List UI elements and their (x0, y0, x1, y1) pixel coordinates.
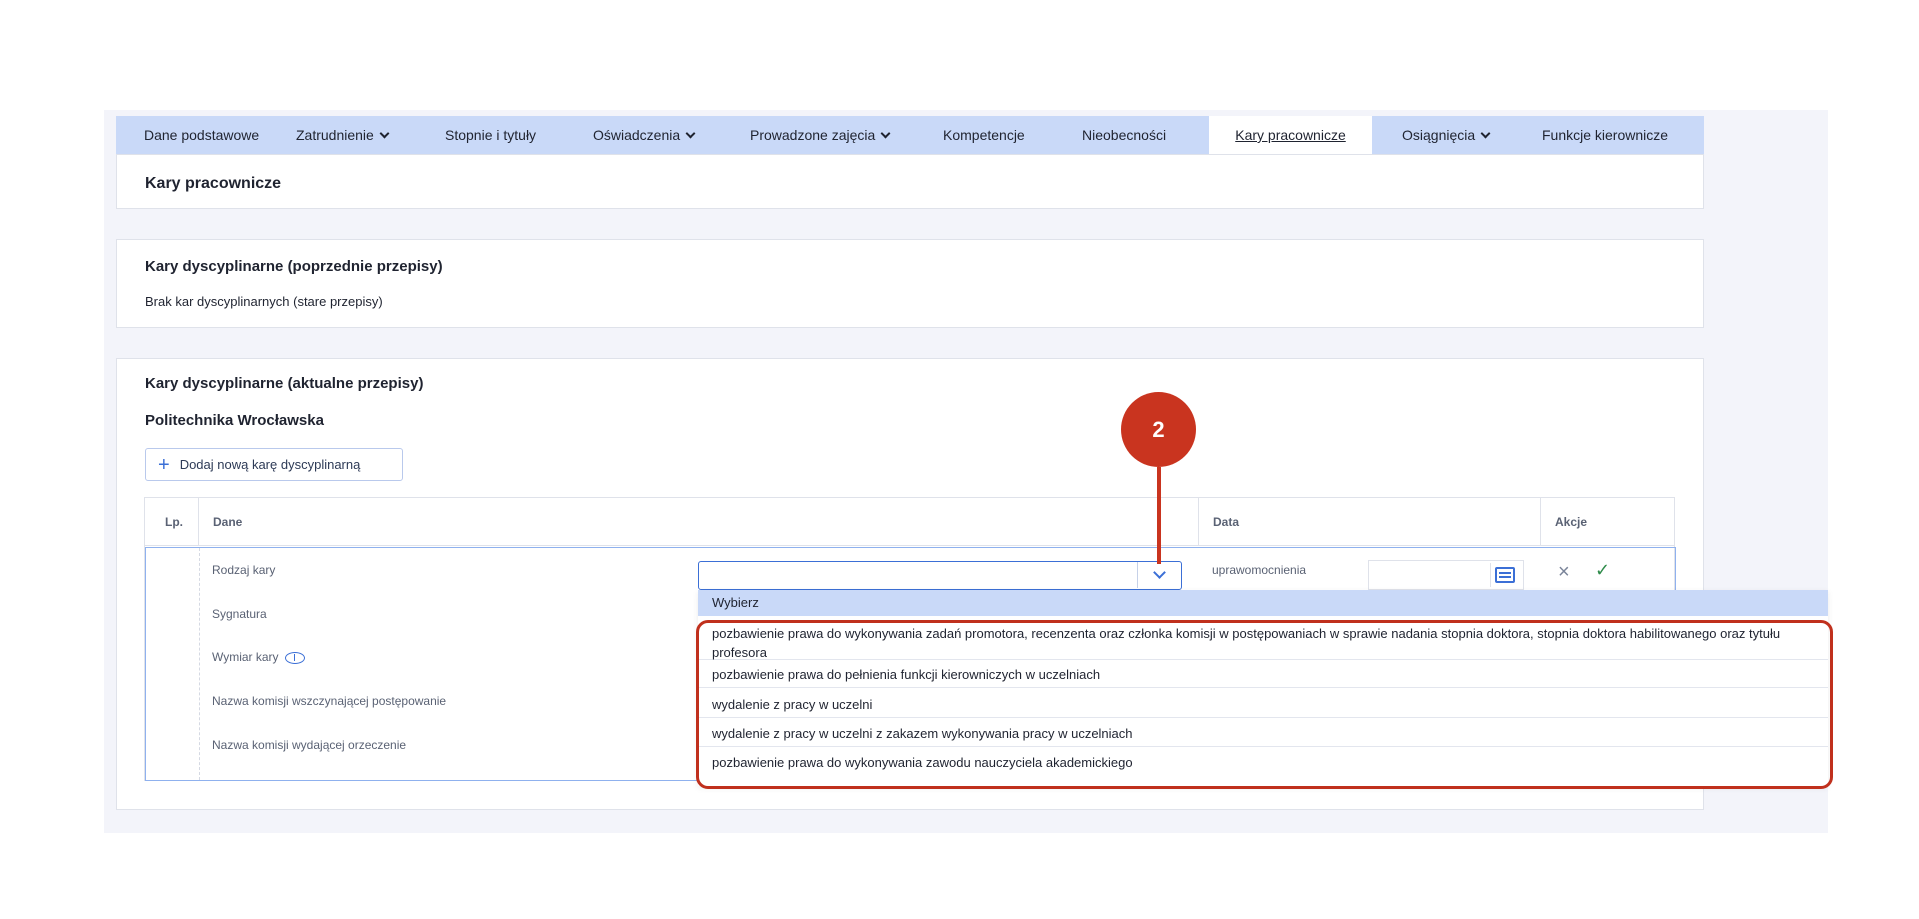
calendar-icon (1494, 567, 1515, 583)
calendar-button[interactable] (1490, 563, 1518, 587)
column-divider (1540, 498, 1541, 546)
cancel-icon[interactable]: × (1558, 562, 1570, 582)
chevron-down-icon (379, 128, 390, 138)
column-divider (1198, 498, 1199, 546)
tab-oswiadczenia[interactable]: Oświadczenia (593, 116, 750, 154)
institution-name: Politechnika Wrocławska (145, 412, 324, 429)
penalty-type-dropdown: Wybierz pozbawienie prawa do wykonywania… (698, 590, 1828, 786)
table-header: Lp. Dane Data Akcje (145, 498, 1674, 546)
dropdown-placeholder-option[interactable]: Wybierz (698, 590, 1828, 616)
current-penalties-title: Kary dyscyplinarne (aktualne przepisy) (145, 375, 424, 392)
page-title-panel: Kary pracownicze (116, 154, 1704, 209)
callout-badge: 2 (1121, 392, 1196, 467)
chevron-down-icon (1480, 128, 1491, 138)
select-toggle[interactable] (1137, 562, 1181, 588)
dropdown-option[interactable]: pozbawienie prawa do wykonywania zadań p… (698, 624, 1828, 660)
dropdown-option[interactable]: wydalenie z pracy w uczelni z zakazem wy… (698, 719, 1828, 747)
page-title: Kary pracownicze (145, 175, 282, 192)
column-header-akcje: Akcje (1555, 515, 1588, 529)
chevron-down-icon (685, 128, 696, 138)
tab-bar: Dane podstawowe Zatrudnienie Stopnie i t… (116, 116, 1704, 154)
date-label-uprawomocnienia: uprawomocnienia (1212, 563, 1307, 577)
tab-dane-podstawowe[interactable]: Dane podstawowe (144, 116, 296, 154)
tab-nieobecnosci[interactable]: Nieobecności (1082, 116, 1209, 154)
field-label-wymiar-kary: Wymiar kary (212, 650, 305, 664)
dropdown-option[interactable]: pozbawienie prawa do pełnienia funkcji k… (698, 661, 1828, 688)
field-label-komisja-wydajaca: Nazwa komisji wydającej orzeczenie (212, 738, 407, 752)
tab-kompetencje[interactable]: Kompetencje (943, 116, 1082, 154)
chevron-down-icon (1153, 566, 1166, 579)
chevron-down-icon (880, 128, 891, 138)
column-header-data: Data (1213, 515, 1240, 529)
old-penalties-title: Kary dyscyplinarne (poprzednie przepisy) (145, 258, 443, 275)
callout-pointer-line (1157, 467, 1161, 564)
dropdown-option[interactable]: wydalenie z pracy w uczelni (698, 690, 1828, 718)
column-header-lp: Lp. (165, 515, 183, 529)
tab-prowadzone-zajecia[interactable]: Prowadzone zajęcia (750, 116, 943, 154)
confirm-check-icon[interactable]: ✓ (1595, 562, 1610, 580)
field-label-sygnatura: Sygnatura (212, 607, 267, 621)
plus-icon: + (158, 453, 170, 476)
dropdown-option[interactable]: pozbawienie prawa do wykonywania zawodu … (698, 748, 1828, 776)
column-divider (198, 498, 199, 546)
field-label-komisja-wszczynajaca: Nazwa komisji wszczynającej postępowanie (212, 694, 447, 708)
info-icon[interactable] (284, 651, 305, 664)
tab-kary-pracownicze[interactable]: Kary pracownicze (1209, 116, 1372, 154)
column-header-dane: Dane (213, 515, 243, 529)
penalty-type-select[interactable] (698, 561, 1182, 590)
tab-stopnie-i-tytuly[interactable]: Stopnie i tytuły (445, 116, 593, 154)
field-label-rodzaj-kary: Rodzaj kary (212, 563, 276, 577)
add-penalty-button[interactable]: + Dodaj nową karę dyscyplinarną (145, 448, 403, 481)
tab-funkcje-kierownicze[interactable]: Funkcje kierownicze (1530, 116, 1700, 154)
tab-osiagniecia[interactable]: Osiągnięcia (1372, 116, 1530, 154)
old-penalties-empty-text: Brak kar dyscyplinarnych (stare przepisy… (145, 294, 383, 309)
row-divider (199, 548, 200, 780)
old-penalties-panel: Kary dyscyplinarne (poprzednie przepisy)… (116, 239, 1704, 328)
tab-zatrudnienie[interactable]: Zatrudnienie (296, 116, 445, 154)
